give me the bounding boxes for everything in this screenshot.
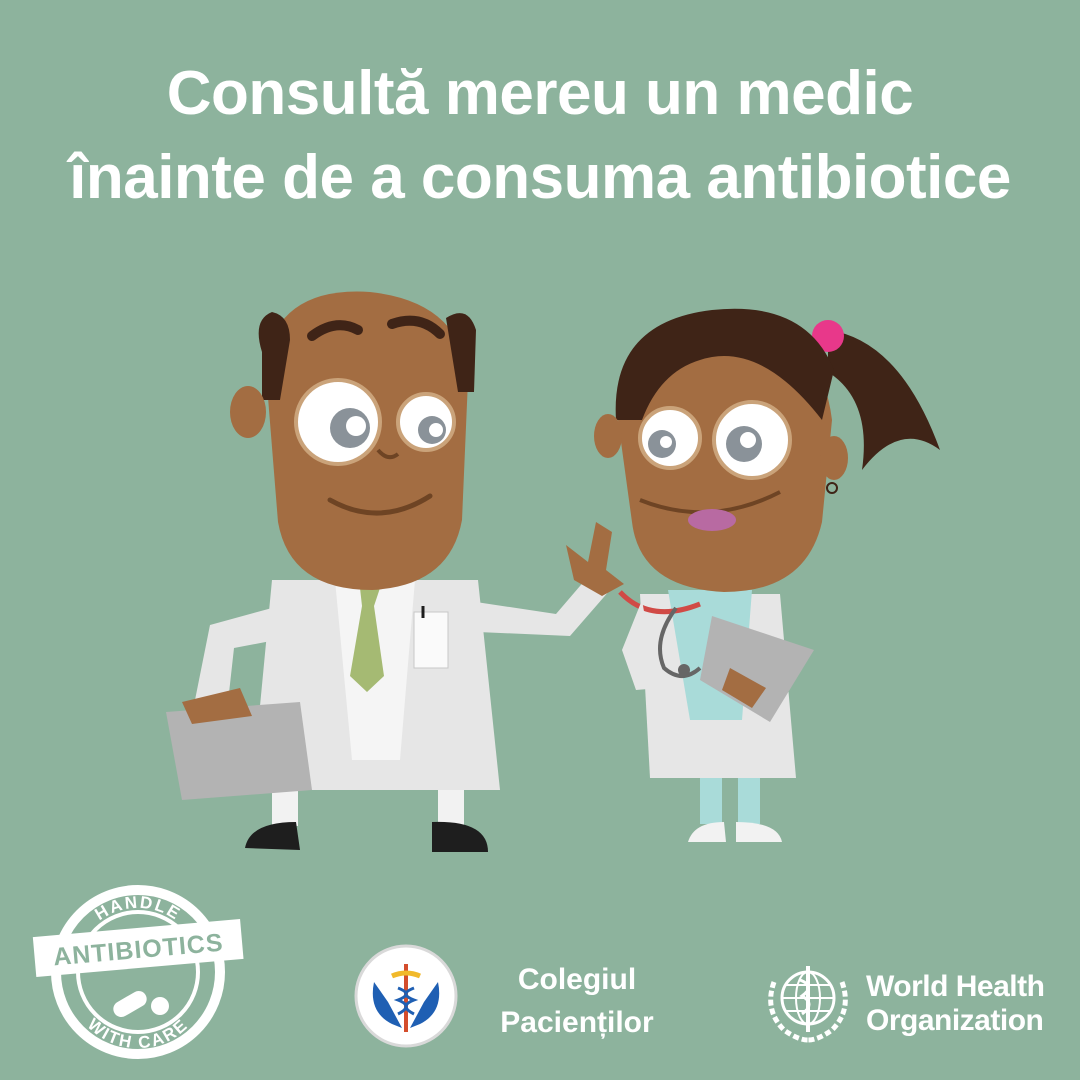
who-name: World Health Organization (866, 970, 1045, 1038)
pills-icon (113, 991, 169, 1017)
handle-antibiotics-badge: HANDLE WITH CARE ANTIBIOTICS (32, 885, 244, 1059)
who-name-line-2: Organization (866, 1004, 1044, 1037)
female-doctor (594, 308, 940, 842)
colegiul-name-line-1: Colegiul (517, 963, 637, 996)
colegiul-pacientilor-name: Colegiul Pacienților (482, 958, 672, 1044)
who-emblem-icon (768, 966, 848, 1043)
who-name-line-1: World Health (866, 970, 1045, 1003)
male-doctor (166, 291, 624, 852)
caduceus-hands-icon (354, 944, 458, 1048)
colegiul-name-line-2: Pacienților (500, 1006, 654, 1039)
